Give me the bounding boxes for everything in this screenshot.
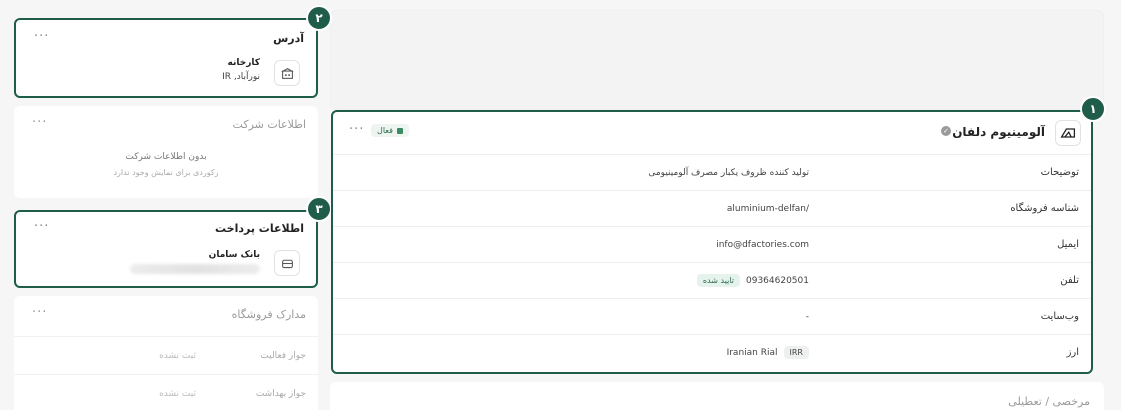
documents-row-label: جواز بهداشت bbox=[255, 388, 306, 399]
company-info-title: اطلاعات شرکت bbox=[232, 118, 306, 131]
company-info-card: اطلاعات شرکت ··· بدون اطلاعات شرکت رکورد… bbox=[14, 106, 318, 198]
address-card-title: آدرس bbox=[273, 32, 304, 45]
row-value: 09364620501 bbox=[746, 275, 809, 286]
store-header: آلومینیوم دلفان ✓ فعال ··· bbox=[333, 112, 1091, 154]
store-logo bbox=[1055, 120, 1081, 146]
row-value[interactable]: info@dfactories.com bbox=[716, 240, 809, 250]
store-row-email: ایمیل info@dfactories.com bbox=[333, 226, 1091, 262]
row-value: تولید کننده ظروف یکبار مصرف آلومینیومی bbox=[648, 167, 809, 178]
company-empty-title: بدون اطلاعات شرکت bbox=[125, 152, 207, 162]
payment-item-icon-box bbox=[274, 250, 300, 276]
documents-row-value: ثبت نشده bbox=[159, 350, 196, 361]
documents-card: مدارک فروشگاه ··· جواز فعالیت ثبت نشده ج… bbox=[14, 296, 318, 410]
documents-more-icon[interactable]: ··· bbox=[32, 305, 47, 320]
card-icon bbox=[281, 259, 293, 268]
verified-badge: تایید شده bbox=[696, 274, 740, 287]
store-logo-icon bbox=[1060, 128, 1076, 138]
row-label: ارز bbox=[1066, 347, 1079, 358]
step-badge-3: ۳ bbox=[306, 196, 332, 222]
step-badge-2: ۲ bbox=[306, 5, 332, 31]
documents-row-label: جواز فعالیت bbox=[260, 350, 306, 361]
bank-name: بانک سامان bbox=[208, 250, 260, 260]
documents-row: جواز بهداشت ثبت نشده bbox=[14, 374, 318, 410]
step-badge-1: ۱ bbox=[1080, 96, 1106, 122]
documents-row-value: ثبت نشده bbox=[159, 388, 196, 399]
store-row-slug: شناسه فروشگاه aluminium-delfan/ bbox=[333, 190, 1091, 226]
store-more-icon[interactable]: ··· bbox=[349, 122, 364, 137]
row-value: Iranian Rial bbox=[726, 347, 778, 358]
banner-area bbox=[330, 10, 1104, 110]
currency-code-badge: IRR bbox=[783, 346, 809, 359]
store-info-card: آلومینیوم دلفان ✓ فعال ··· توضیحات تولید… bbox=[331, 110, 1093, 374]
address-item-location: نورآباد, IR bbox=[222, 72, 260, 82]
store-row-currency: ارز IRR Iranian Rial bbox=[333, 334, 1091, 370]
holiday-title: مرخصی / تعطیلی bbox=[1008, 395, 1090, 408]
row-label: ایمیل bbox=[1057, 239, 1079, 250]
status-badge: فعال bbox=[371, 124, 409, 137]
address-item-name: کارخانه bbox=[227, 58, 261, 68]
verified-icon: ✓ bbox=[941, 126, 951, 136]
store-row-description: توضیحات تولید کننده ظروف یکبار مصرف آلوم… bbox=[333, 154, 1091, 190]
company-more-icon[interactable]: ··· bbox=[32, 115, 47, 130]
row-label: شناسه فروشگاه bbox=[1010, 203, 1079, 214]
company-empty-subtitle: رکوردی برای نمایش وجود ندارد bbox=[113, 168, 219, 177]
address-more-icon[interactable]: ··· bbox=[34, 29, 49, 44]
payment-card: اطلاعات پرداخت ··· بانک سامان bbox=[14, 210, 318, 288]
payment-card-title: اطلاعات پرداخت bbox=[215, 222, 304, 235]
status-label: فعال bbox=[377, 126, 393, 135]
status-dot bbox=[396, 127, 403, 134]
payment-more-icon[interactable]: ··· bbox=[34, 219, 49, 234]
row-value: aluminium-delfan/ bbox=[726, 203, 809, 214]
row-value: - bbox=[805, 311, 809, 322]
row-label: وب‌سایت bbox=[1040, 311, 1079, 322]
documents-title: مدارک فروشگاه bbox=[231, 308, 306, 321]
address-card: آدرس ··· کارخانه نورآباد, IR bbox=[14, 18, 318, 98]
store-name: آلومینیوم دلفان bbox=[952, 125, 1045, 139]
holiday-card: مرخصی / تعطیلی bbox=[330, 382, 1104, 410]
account-number-redacted bbox=[130, 264, 260, 274]
row-label: توضیحات bbox=[1040, 167, 1079, 178]
store-row-phone: تلفن 09364620501 تایید شده bbox=[333, 262, 1091, 298]
row-label: تلفن bbox=[1060, 275, 1079, 286]
address-item-icon-box bbox=[274, 60, 300, 86]
documents-row: جواز فعالیت ثبت نشده bbox=[14, 336, 318, 374]
building-icon bbox=[281, 67, 293, 79]
store-row-website: وب‌سایت - bbox=[333, 298, 1091, 334]
